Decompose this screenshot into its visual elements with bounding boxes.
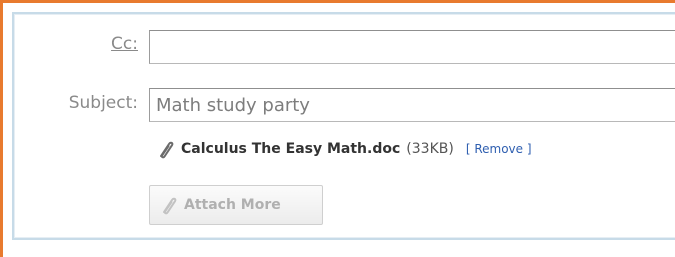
paperclip-icon [163,197,177,215]
subject-input[interactable] [149,88,675,122]
cc-label-link[interactable]: Cc: [111,34,138,54]
cc-input[interactable] [149,30,675,64]
attach-more-label: Attach More [184,197,281,213]
attachment-size: (33KB) [406,141,454,157]
attach-more-button[interactable]: Attach More [149,185,323,225]
compose-frame: Cc: Subject: Calculus The Easy Math.doc … [0,0,675,257]
attachment-item: Calculus The Easy Math.doc (33KB) [ Remo… [155,137,532,161]
attachment-filename: Calculus The Easy Math.doc [181,141,401,157]
paperclip-icon [160,141,174,159]
compose-panel: Cc: Subject: Calculus The Easy Math.doc … [12,12,675,240]
subject-label: Subject: [68,93,138,113]
remove-attachment-link[interactable]: [ Remove ] [466,142,532,156]
